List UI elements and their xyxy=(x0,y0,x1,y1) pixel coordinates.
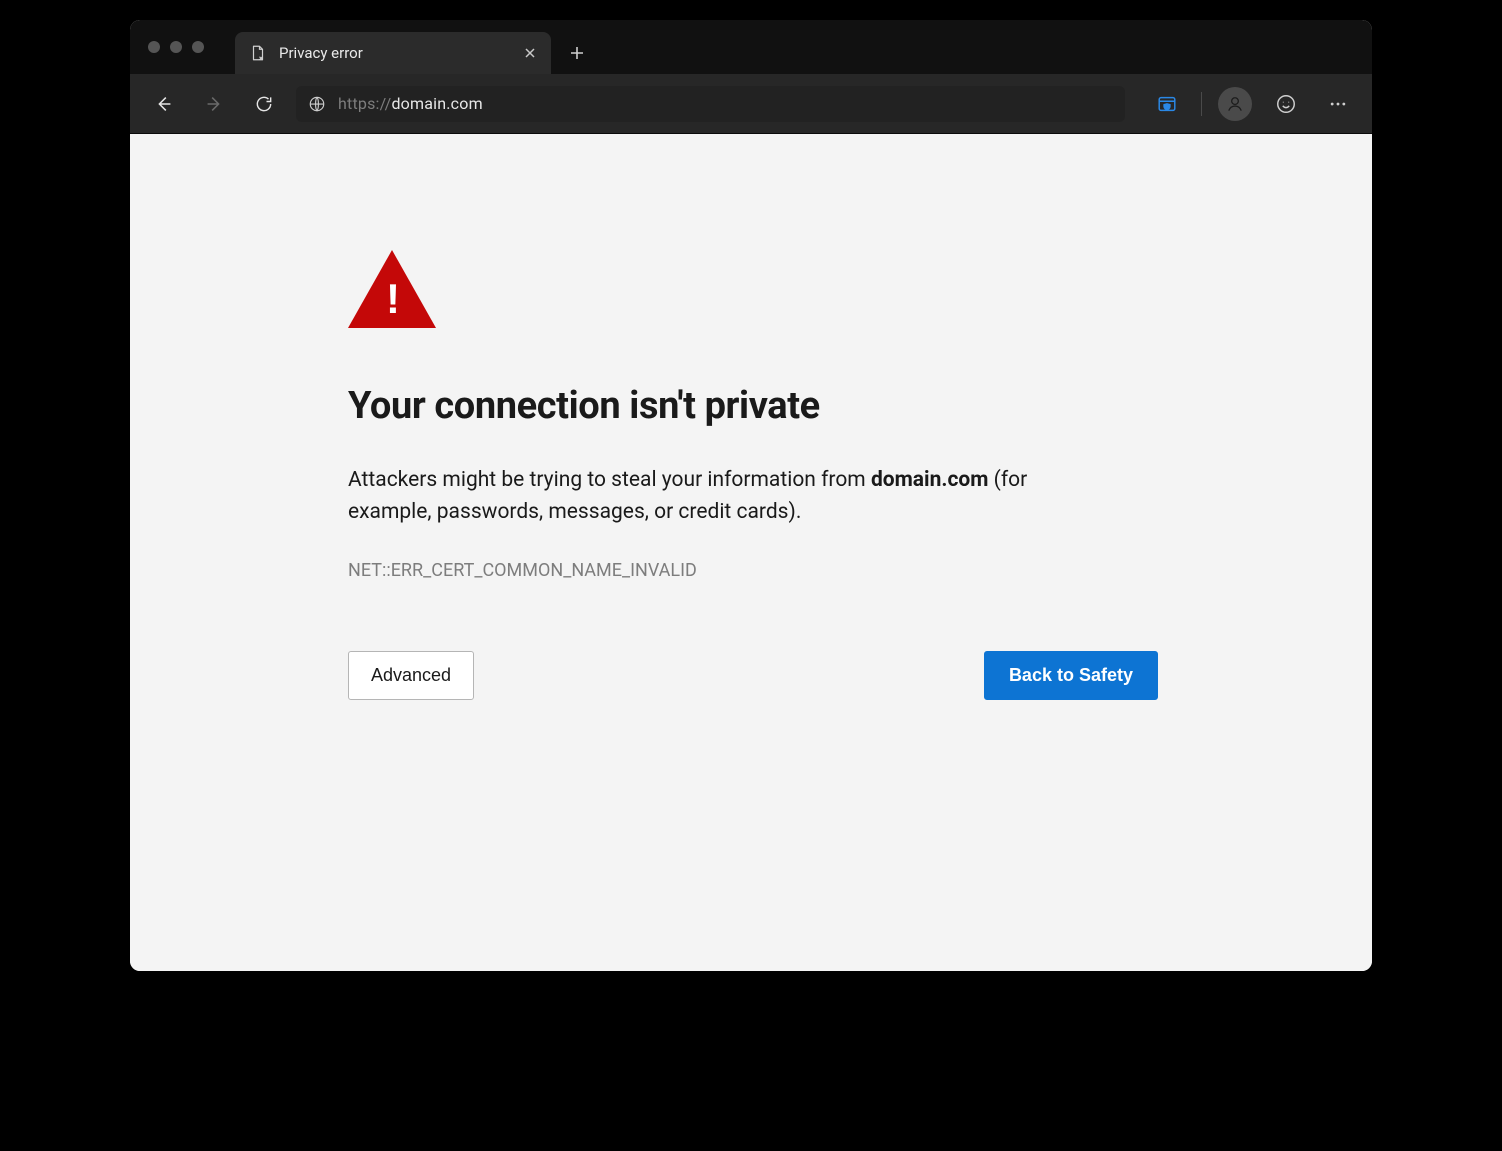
button-row: Advanced Back to Safety xyxy=(348,651,1158,700)
toolbar-divider xyxy=(1201,92,1202,116)
address-url: https://domain.com xyxy=(338,94,483,113)
settings-menu-button[interactable] xyxy=(1320,86,1356,122)
profile-button[interactable] xyxy=(1218,87,1252,121)
globe-icon xyxy=(308,95,326,113)
url-scheme: https:// xyxy=(338,94,391,113)
error-code: NET::ERR_CERT_COMMON_NAME_INVALID xyxy=(348,560,1158,581)
toolbar: https://domain.com xyxy=(130,74,1372,134)
advanced-button[interactable]: Advanced xyxy=(348,651,474,700)
error-desc-before: Attackers might be trying to steal your … xyxy=(348,468,871,492)
error-domain: domain.com xyxy=(871,468,989,492)
window-close-dot[interactable] xyxy=(148,41,160,53)
file-error-icon xyxy=(249,44,267,62)
tab-strip: Privacy error xyxy=(130,20,1372,74)
tracking-prevention-icon[interactable] xyxy=(1149,86,1185,122)
close-tab-button[interactable] xyxy=(523,46,537,60)
warning-exclamation: ! xyxy=(386,278,398,320)
url-host: domain.com xyxy=(391,94,482,113)
refresh-button[interactable] xyxy=(246,86,282,122)
toolbar-right-cluster xyxy=(1149,86,1356,122)
page-content: ! Your connection isn't private Attacker… xyxy=(130,134,1372,971)
tab-active[interactable]: Privacy error xyxy=(235,32,551,74)
feedback-smile-icon[interactable] xyxy=(1268,86,1304,122)
error-heading: Your connection isn't private xyxy=(348,384,1158,428)
window-zoom-dot[interactable] xyxy=(192,41,204,53)
error-description: Attackers might be trying to steal your … xyxy=(348,464,1108,528)
back-button[interactable] xyxy=(146,86,182,122)
window-minimize-dot[interactable] xyxy=(170,41,182,53)
back-to-safety-button[interactable]: Back to Safety xyxy=(984,651,1158,700)
tab-title: Privacy error xyxy=(279,44,511,62)
window-controls xyxy=(148,41,204,53)
address-bar[interactable]: https://domain.com xyxy=(296,86,1125,122)
forward-button[interactable] xyxy=(196,86,232,122)
new-tab-button[interactable] xyxy=(557,32,597,74)
browser-window: Privacy error xyxy=(130,20,1372,971)
warning-triangle-icon: ! xyxy=(348,250,436,328)
